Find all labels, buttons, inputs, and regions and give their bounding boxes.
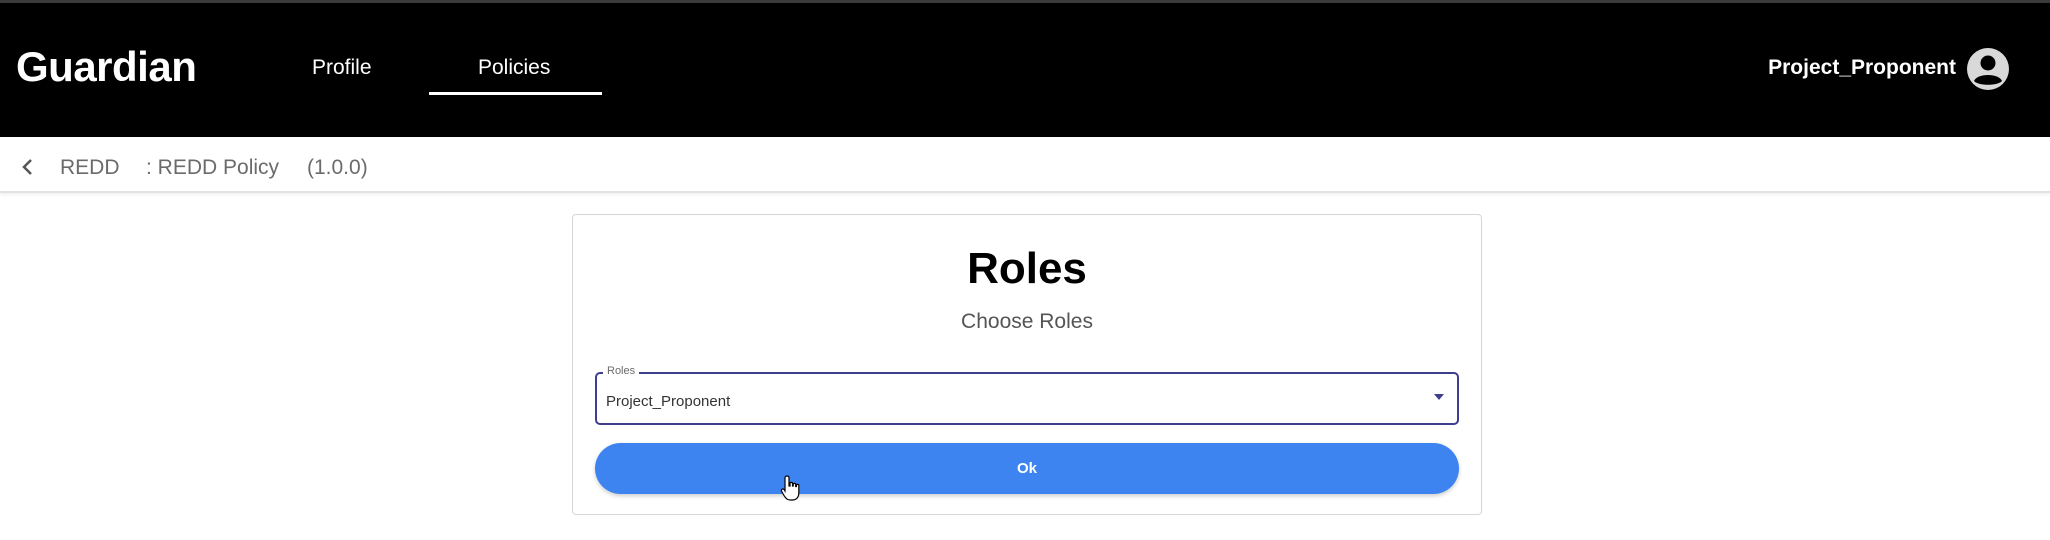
nav-tab-policies[interactable]: Policies — [478, 56, 550, 80]
chevron-left-icon[interactable] — [20, 158, 36, 176]
account-circle-icon[interactable] — [1967, 48, 2009, 90]
ok-button[interactable]: Ok — [595, 443, 1459, 494]
roles-select-value: Project_Proponent — [606, 393, 731, 410]
hand-pointer-icon — [780, 475, 800, 501]
dropdown-arrow-icon[interactable] — [1433, 393, 1445, 401]
breadcrumb-policy-tag: REDD — [60, 156, 120, 179]
user-name[interactable]: Project_Proponent — [1768, 56, 1956, 80]
roles-subtitle: Choose Roles — [961, 310, 1093, 333]
roles-title: Roles — [967, 244, 1087, 293]
active-tab-indicator — [429, 92, 602, 95]
app-logo: Guardian — [16, 43, 197, 90]
top-navigation-bar — [0, 0, 2050, 137]
breadcrumb-version: (1.0.0) — [307, 156, 368, 179]
nav-tab-profile[interactable]: Profile — [312, 56, 372, 80]
breadcrumb-policy-name: : REDD Policy — [146, 156, 280, 179]
roles-select-label: Roles — [603, 365, 640, 377]
